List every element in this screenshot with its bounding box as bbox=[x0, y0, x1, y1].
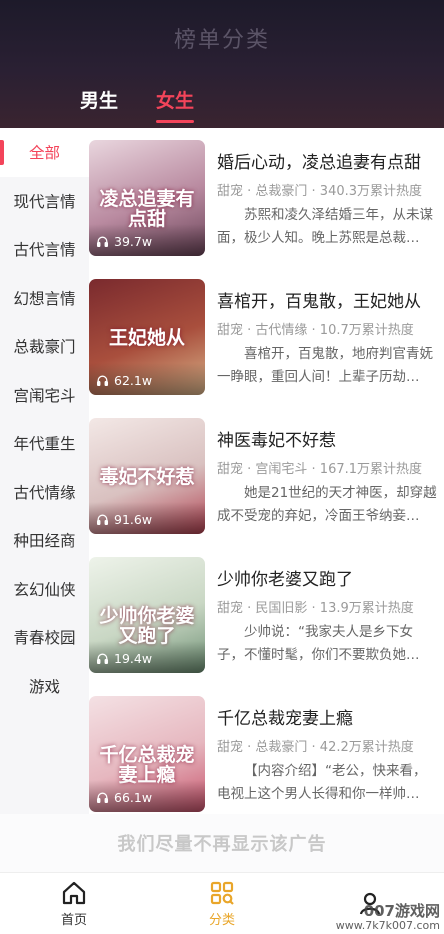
book-list: 凌总追妻有点甜 39.7w 婚后心动，凌总追妻有点甜 甜宠 · 总裁豪门 · 3… bbox=[89, 128, 444, 814]
play-count-value: 19.4w bbox=[114, 651, 153, 666]
book-item[interactable]: 凌总追妻有点甜 39.7w 婚后心动，凌总追妻有点甜 甜宠 · 总裁豪门 · 3… bbox=[89, 128, 444, 267]
book-description: 喜棺开，百鬼散，地府判官青妩一睁眼，重回人间！上辈子历劫… bbox=[217, 346, 433, 385]
gender-tabs: 男生 女生 bbox=[80, 86, 195, 123]
category-sidebar: 全部 现代言情 古代言情 幻想言情 总裁豪门 宫闱宅斗 年代重生 古代情缘 种田… bbox=[0, 128, 89, 814]
play-count-value: 39.7w bbox=[114, 234, 153, 249]
play-count: 19.4w bbox=[96, 651, 152, 666]
tab-female[interactable]: 女生 bbox=[156, 86, 195, 123]
headphones-icon bbox=[96, 236, 109, 248]
headphones-icon bbox=[96, 514, 109, 526]
book-title[interactable]: 婚后心动，凌总追妻有点甜 bbox=[217, 148, 444, 173]
book-item[interactable]: 少帅你老婆又跑了 19.4w 少帅你老婆又跑了 甜宠 · 民国旧影 · 13.9… bbox=[89, 545, 444, 684]
play-count: 62.1w bbox=[96, 373, 152, 388]
category-item-palace[interactable]: 宫闱宅斗 bbox=[0, 371, 89, 420]
play-count-value: 91.6w bbox=[114, 512, 153, 527]
tab-male[interactable]: 男生 bbox=[80, 86, 118, 113]
book-title[interactable]: 千亿总裁宠妻上瘾 bbox=[217, 704, 444, 729]
book-cover[interactable]: 凌总追妻有点甜 39.7w bbox=[89, 140, 205, 256]
category-item-game[interactable]: 游戏 bbox=[0, 662, 89, 711]
headphones-icon bbox=[96, 653, 109, 665]
home-icon bbox=[62, 881, 86, 905]
nav-category[interactable]: 分类 bbox=[148, 873, 296, 934]
play-count: 91.6w bbox=[96, 512, 152, 527]
category-icon bbox=[210, 881, 234, 905]
ad-banner[interactable]: 我们尽量不再显示该广告 bbox=[0, 814, 444, 872]
book-meta: 甜宠 · 总裁豪门 · 340.3万累计热度 bbox=[217, 184, 423, 199]
bottom-nav: 首页 分类 007游戏网 www.7k7k007.com bbox=[0, 872, 444, 934]
book-item[interactable]: 千亿总裁宠妻上瘾 66.1w 千亿总裁宠妻上瘾 甜宠 · 总裁豪门 · 42.2… bbox=[89, 684, 444, 814]
category-item-modern-romance[interactable]: 现代言情 bbox=[0, 177, 89, 226]
cover-title-art: 王妃她从 bbox=[108, 327, 185, 349]
book-meta: 甜宠 · 古代情缘 · 10.7万累计热度 bbox=[217, 323, 414, 338]
cover-title-art: 毒妃不好惹 bbox=[99, 466, 195, 488]
book-description: 【内容介绍】“老公，快来看，电视上这个男人长得和你一样帅… bbox=[217, 763, 427, 802]
watermark: 007游戏网 www.7k7k007.com bbox=[336, 903, 440, 932]
play-count: 66.1w bbox=[96, 790, 152, 805]
book-meta: 甜宠 · 宫闱宅斗 · 167.1万累计热度 bbox=[217, 462, 423, 477]
header: 榜单分类 男生 女生 bbox=[0, 0, 444, 128]
headphones-icon bbox=[96, 792, 109, 804]
category-item-all[interactable]: 全部 bbox=[0, 128, 89, 177]
category-item-ceo[interactable]: 总裁豪门 bbox=[0, 322, 89, 371]
play-count-value: 62.1w bbox=[114, 373, 153, 388]
book-description: 苏熙和凌久泽结婚三年，从未谋面，极少人知。晚上苏熙是总裁… bbox=[217, 207, 433, 246]
book-title[interactable]: 喜棺开，百鬼散，王妃她从 bbox=[217, 287, 444, 312]
watermark-line2: www.7k7k007.com bbox=[335, 918, 440, 932]
book-meta: 甜宠 · 民国旧影 · 13.9万累计热度 bbox=[217, 601, 414, 616]
ad-text: 我们尽量不再显示该广告 bbox=[117, 834, 327, 855]
book-cover[interactable]: 王妃她从 62.1w bbox=[89, 279, 205, 395]
nav-home-label: 首页 bbox=[60, 913, 87, 928]
category-item-ancient-romance[interactable]: 古代言情 bbox=[0, 225, 89, 274]
category-item-ancient-love[interactable]: 古代情缘 bbox=[0, 468, 89, 517]
category-item-campus[interactable]: 青春校园 bbox=[0, 613, 89, 662]
nav-home[interactable]: 首页 bbox=[0, 873, 148, 934]
book-cover[interactable]: 少帅你老婆又跑了 19.4w bbox=[89, 557, 205, 673]
headphones-icon bbox=[96, 375, 109, 387]
category-item-rebirth[interactable]: 年代重生 bbox=[0, 419, 89, 468]
nav-category-label: 分类 bbox=[208, 913, 235, 928]
watermark-line1: 007游戏网 bbox=[363, 902, 440, 921]
category-item-fantasy-romance[interactable]: 幻想言情 bbox=[0, 274, 89, 323]
book-title[interactable]: 少帅你老婆又跑了 bbox=[217, 565, 444, 590]
book-cover[interactable]: 千亿总裁宠妻上瘾 66.1w bbox=[89, 696, 205, 812]
book-description: 她是21世纪的天才神医，却穿越成不受宠的弃妃，冷面王爷纳妾… bbox=[217, 485, 437, 524]
play-count: 39.7w bbox=[96, 234, 152, 249]
book-title[interactable]: 神医毒妃不好惹 bbox=[217, 426, 444, 451]
category-item-farming[interactable]: 种田经商 bbox=[0, 516, 89, 565]
book-description: 少帅说：“我家夫人是乡下女子，不懂时髦，你们不要欺负她… bbox=[217, 624, 420, 663]
book-item[interactable]: 王妃她从 62.1w 喜棺开，百鬼散，王妃她从 甜宠 · 古代情缘 · 10.7… bbox=[89, 267, 444, 406]
page-title: 榜单分类 bbox=[173, 28, 270, 53]
book-cover[interactable]: 毒妃不好惹 91.6w bbox=[89, 418, 205, 534]
book-item[interactable]: 毒妃不好惹 91.6w 神医毒妃不好惹 甜宠 · 宫闱宅斗 · 167.1万累计… bbox=[89, 406, 444, 545]
book-meta: 甜宠 · 总裁豪门 · 42.2万累计热度 bbox=[217, 740, 414, 755]
category-item-xianxia[interactable]: 玄幻仙侠 bbox=[0, 565, 89, 614]
play-count-value: 66.1w bbox=[114, 790, 153, 805]
